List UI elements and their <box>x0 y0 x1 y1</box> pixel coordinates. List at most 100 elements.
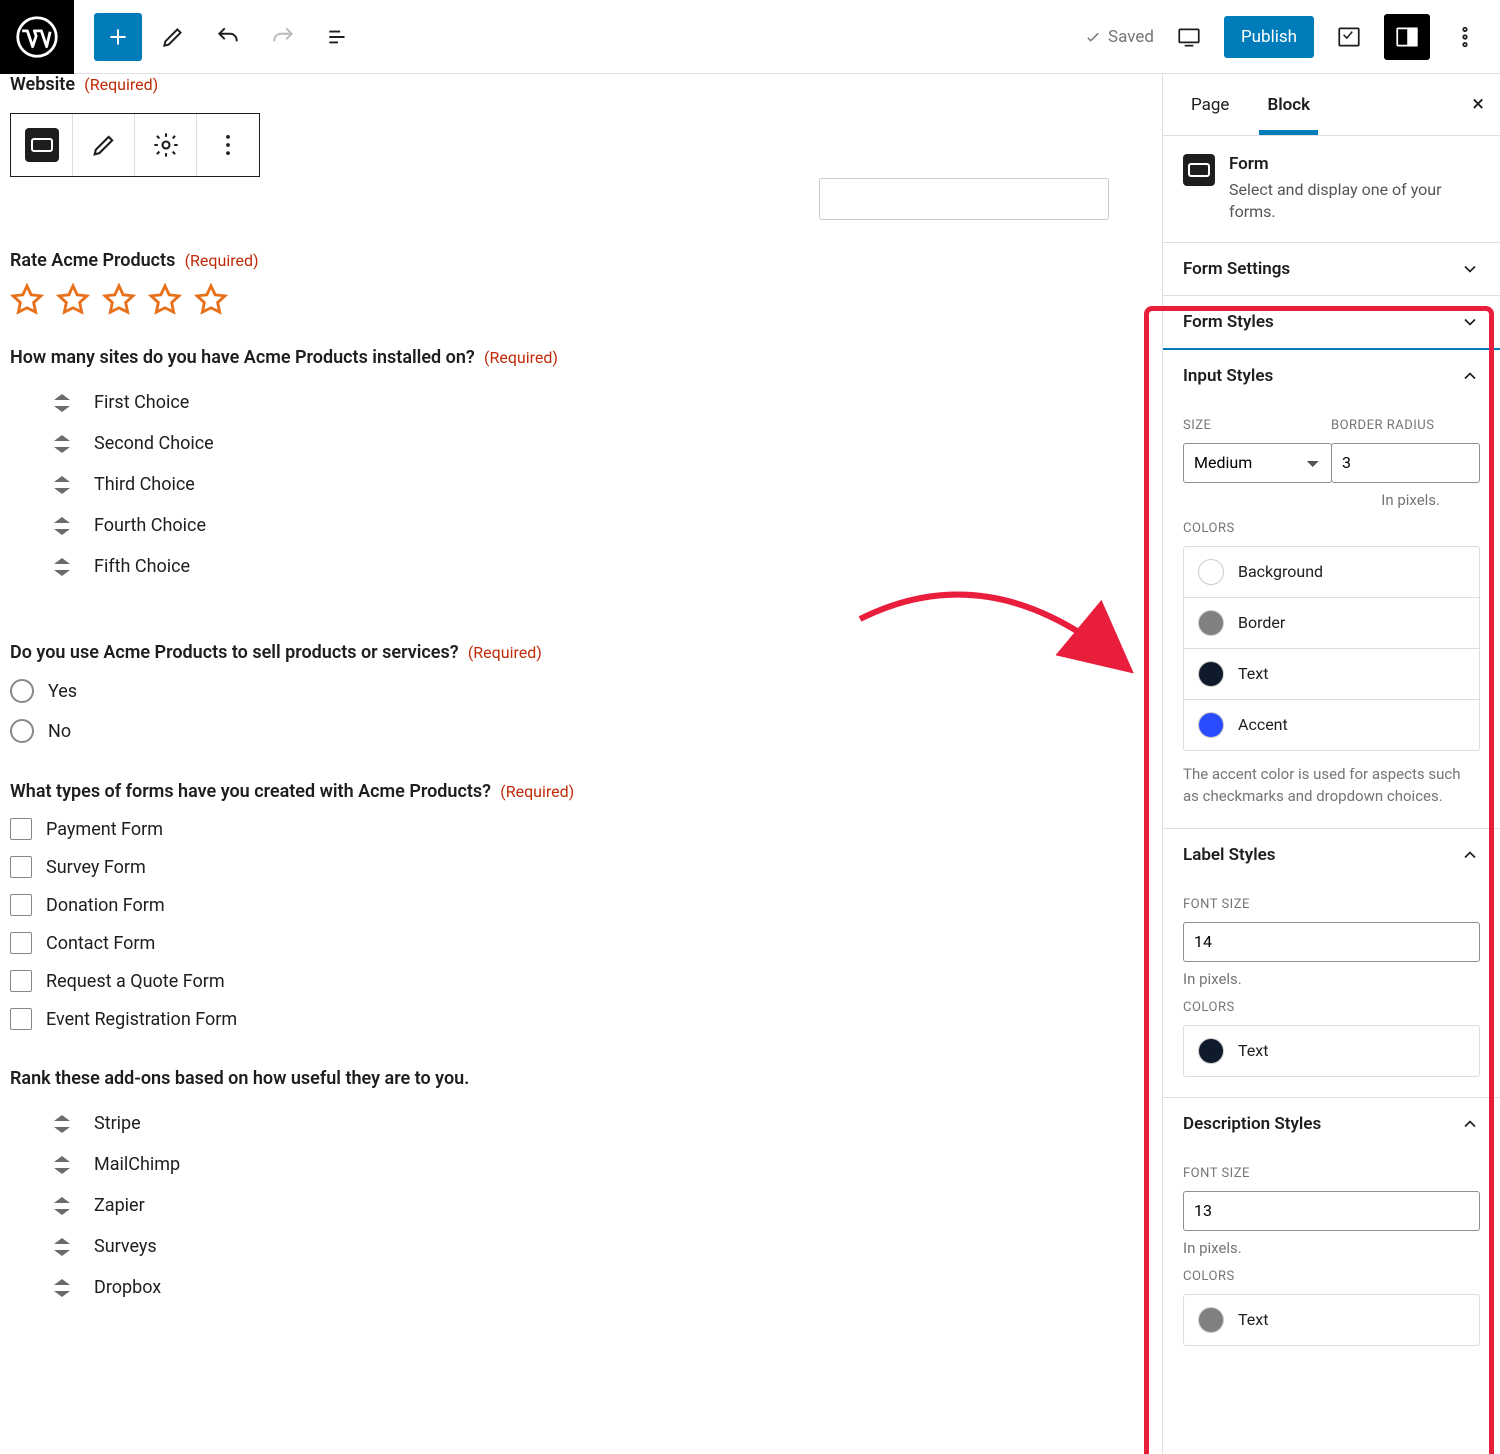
publish-button[interactable]: Publish <box>1224 16 1314 58</box>
color-row[interactable]: Border <box>1184 598 1479 649</box>
sort-handle-icon[interactable] <box>52 1114 72 1134</box>
form-icon <box>1183 154 1215 186</box>
list-item[interactable]: MailChimp <box>52 1144 1152 1185</box>
star-icon[interactable] <box>102 283 136 317</box>
editor-toolbar: Saved Publish <box>0 0 1500 74</box>
radio-option[interactable]: Yes <box>10 671 1152 711</box>
checkbox-icon[interactable] <box>10 970 32 992</box>
checkbox-icon[interactable] <box>10 932 32 954</box>
star-icon[interactable] <box>10 283 44 317</box>
list-item[interactable]: Second Choice <box>52 423 1152 464</box>
form-icon <box>25 128 59 162</box>
yes-no-radios[interactable]: YesNo <box>10 671 1152 751</box>
sort-handle-icon[interactable] <box>52 475 72 495</box>
color-row[interactable]: Text <box>1184 649 1479 700</box>
radio-icon[interactable] <box>10 679 34 703</box>
panel-form-settings[interactable]: Form Settings <box>1163 243 1500 295</box>
border-radius-input[interactable] <box>1331 443 1480 483</box>
types-checkboxes[interactable]: Payment FormSurvey FormDonation FormCont… <box>10 810 1152 1038</box>
wordpress-logo[interactable] <box>0 0 74 74</box>
tab-page[interactable]: Page <box>1183 74 1237 135</box>
checkbox-option[interactable]: Contact Form <box>10 924 1152 962</box>
sites-label: How many sites do you have Acme Products… <box>10 347 475 368</box>
star-icon[interactable] <box>194 283 228 317</box>
settings-toggle[interactable] <box>1326 14 1372 60</box>
sidebar-toggle[interactable] <box>1384 14 1430 60</box>
sort-handle-icon[interactable] <box>52 1155 72 1175</box>
block-type-icon[interactable] <box>11 114 73 176</box>
list-item[interactable]: Zapier <box>52 1185 1152 1226</box>
label-color-list: Text <box>1183 1025 1480 1077</box>
desc-font-size-input[interactable] <box>1183 1191 1480 1231</box>
desc-color-list: Text <box>1183 1294 1480 1346</box>
input-color-list: BackgroundBorderTextAccent <box>1183 546 1480 751</box>
rank-label: Rank these add-ons based on how useful t… <box>10 1068 469 1089</box>
edit-block-button[interactable] <box>73 114 135 176</box>
edit-mode-button[interactable] <box>149 13 197 61</box>
color-swatch <box>1198 610 1224 636</box>
color-row[interactable]: Text <box>1184 1026 1479 1076</box>
checkbox-option[interactable]: Donation Form <box>10 886 1152 924</box>
list-view-button[interactable] <box>314 13 362 61</box>
sort-handle-icon[interactable] <box>52 393 72 413</box>
color-row[interactable]: Text <box>1184 1295 1479 1345</box>
block-more-button[interactable] <box>197 114 259 176</box>
radio-icon[interactable] <box>10 719 34 743</box>
list-item[interactable]: First Choice <box>52 382 1152 423</box>
more-menu[interactable] <box>1442 14 1488 60</box>
checkbox-icon[interactable] <box>10 894 32 916</box>
sort-handle-icon[interactable] <box>52 557 72 577</box>
checkbox-option[interactable]: Payment Form <box>10 810 1152 848</box>
panel-input-styles[interactable]: Input Styles <box>1163 350 1500 402</box>
rate-label: Rate Acme Products <box>10 250 175 271</box>
label-font-size-input[interactable] <box>1183 922 1480 962</box>
panel-description-styles[interactable]: Description Styles <box>1163 1098 1500 1150</box>
color-swatch <box>1198 559 1224 585</box>
color-swatch <box>1198 661 1224 687</box>
list-item[interactable]: Surveys <box>52 1226 1152 1267</box>
tab-block[interactable]: Block <box>1259 74 1318 135</box>
panel-form-styles[interactable]: Form Styles <box>1163 296 1500 348</box>
sort-handle-icon[interactable] <box>52 434 72 454</box>
checkbox-option[interactable]: Survey Form <box>10 848 1152 886</box>
add-block-button[interactable] <box>94 13 142 61</box>
sell-label: Do you use Acme Products to sell product… <box>10 642 459 663</box>
list-item[interactable]: Dropbox <box>52 1267 1152 1308</box>
sort-handle-icon[interactable] <box>52 1237 72 1257</box>
close-sidebar-button[interactable]: × <box>1472 92 1484 117</box>
radio-option[interactable]: No <box>10 711 1152 751</box>
preview-button[interactable] <box>1166 14 1212 60</box>
star-icon[interactable] <box>56 283 90 317</box>
rank-choices[interactable]: StripeMailChimpZapierSurveysDropbox <box>10 1103 1152 1308</box>
sites-choices[interactable]: First ChoiceSecond ChoiceThird ChoiceFou… <box>10 382 1152 587</box>
color-row[interactable]: Background <box>1184 547 1479 598</box>
checkbox-icon[interactable] <box>10 1008 32 1030</box>
list-item[interactable]: Third Choice <box>52 464 1152 505</box>
sort-handle-icon[interactable] <box>52 1196 72 1216</box>
star-icon[interactable] <box>148 283 182 317</box>
block-description: Form Select and display one of your form… <box>1163 136 1500 242</box>
undo-button[interactable] <box>204 13 252 61</box>
color-swatch <box>1198 712 1224 738</box>
editor-canvas[interactable]: Website (Required) Rate Acme Products (R… <box>0 74 1162 1454</box>
color-swatch <box>1198 1307 1224 1333</box>
checkbox-icon[interactable] <box>10 818 32 840</box>
checkbox-icon[interactable] <box>10 856 32 878</box>
list-item[interactable]: Fourth Choice <box>52 505 1152 546</box>
sort-handle-icon[interactable] <box>52 516 72 536</box>
checkbox-option[interactable]: Request a Quote Form <box>10 962 1152 1000</box>
block-contextual-toolbar <box>10 113 260 177</box>
list-item[interactable]: Stripe <box>52 1103 1152 1144</box>
panel-label-styles[interactable]: Label Styles <box>1163 829 1500 881</box>
website-input[interactable] <box>819 178 1109 220</box>
block-settings-button[interactable] <box>135 114 197 176</box>
color-row[interactable]: Accent <box>1184 700 1479 750</box>
checkbox-option[interactable]: Event Registration Form <box>10 1000 1152 1038</box>
redo-button[interactable] <box>259 13 307 61</box>
list-item[interactable]: Fifth Choice <box>52 546 1152 587</box>
star-rating[interactable] <box>10 283 1152 317</box>
settings-sidebar: Page Block × Form Select and display one… <box>1162 74 1500 1454</box>
saved-indicator: Saved <box>1084 27 1154 47</box>
input-size-select[interactable]: Medium <box>1183 443 1332 483</box>
sort-handle-icon[interactable] <box>52 1278 72 1298</box>
